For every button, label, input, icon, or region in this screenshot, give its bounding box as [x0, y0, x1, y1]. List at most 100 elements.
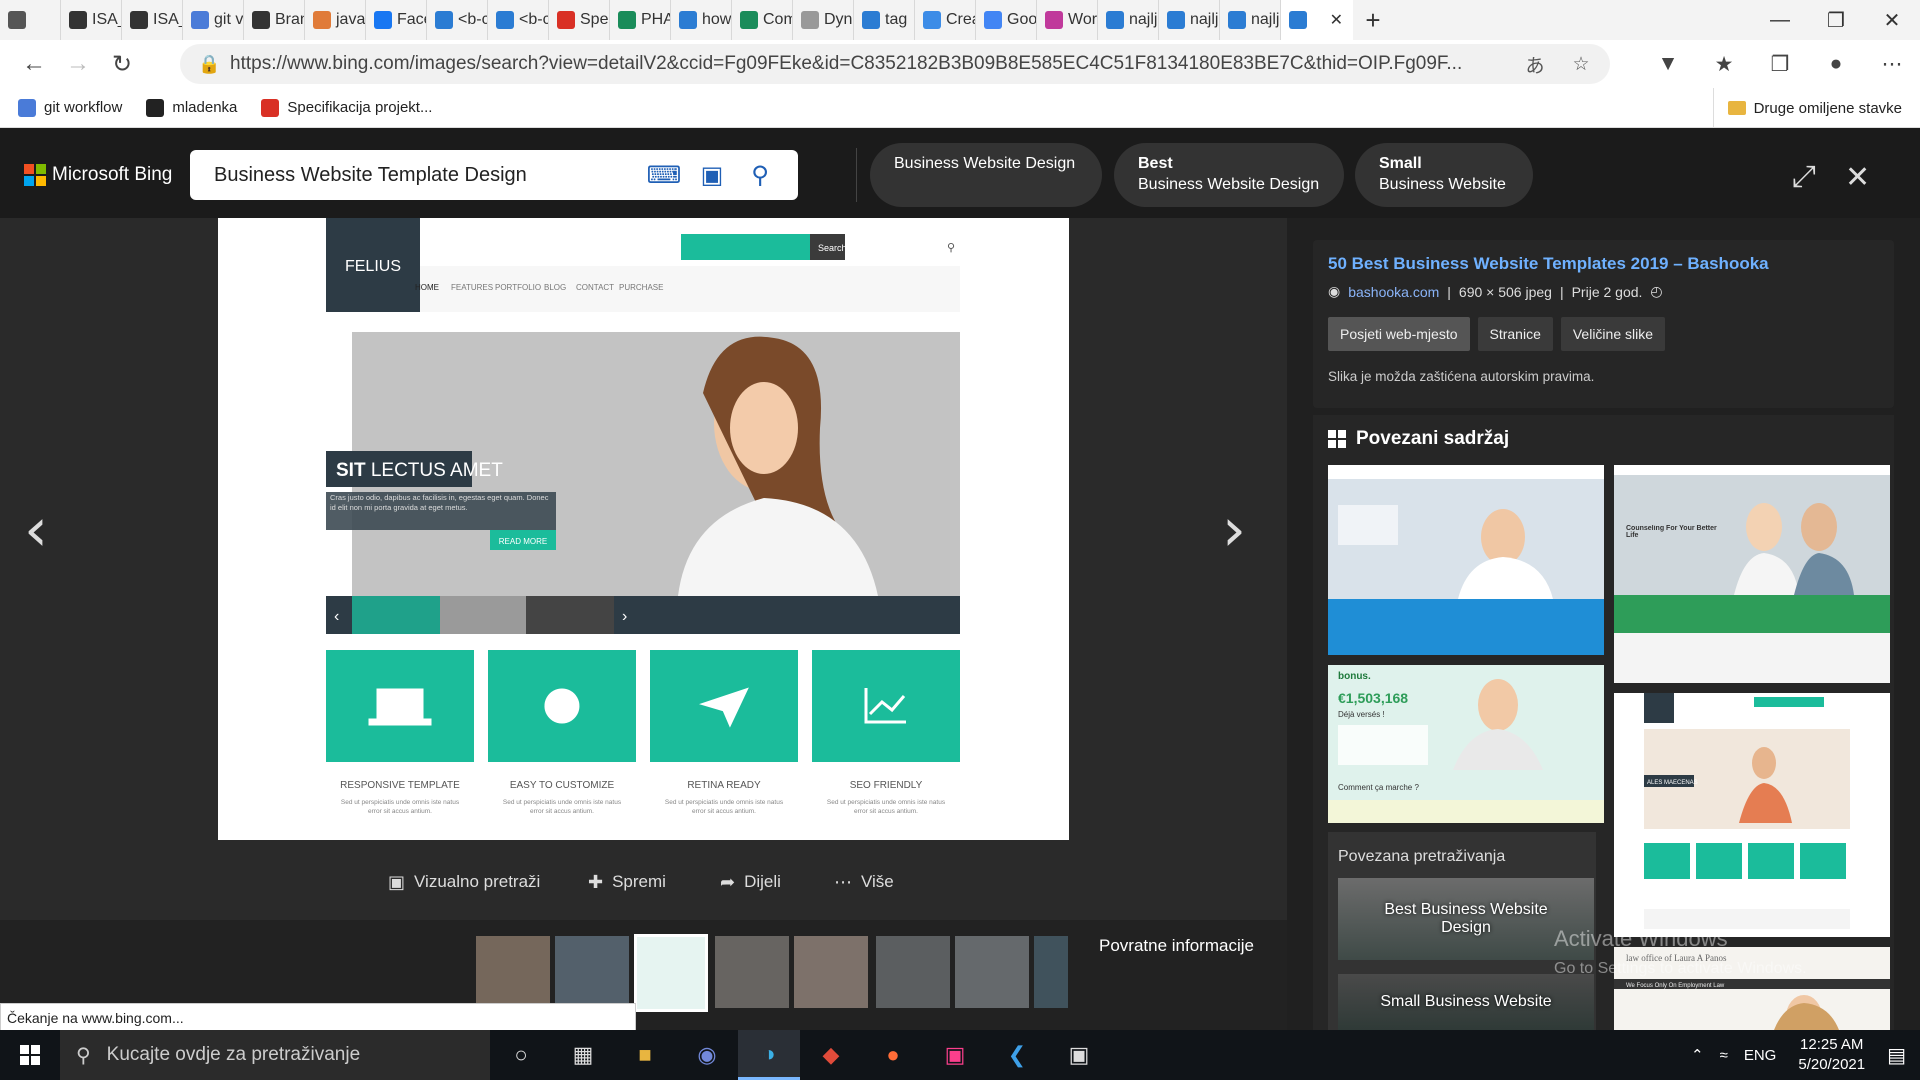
search-input[interactable]: Business Website Template Design ⌨ ▣ ⚲ [190, 150, 798, 200]
image-action-button[interactable]: ▣ Vizualno pretraži [388, 870, 540, 894]
maximize-button[interactable]: ❐ [1808, 0, 1864, 40]
task-view-icon[interactable]: ▦ [552, 1030, 614, 1080]
suggestion-pill[interactable]: Small Business Website [1355, 143, 1533, 207]
browser-tab[interactable]: <b-c [488, 0, 549, 40]
edge-icon[interactable]: ◑ [738, 1030, 800, 1080]
browser-tab[interactable]: Dyn [793, 0, 854, 40]
browser-tab[interactable]: Face [366, 0, 427, 40]
filmstrip-thumb[interactable] [715, 936, 789, 1008]
cortana-icon[interactable]: ○ [490, 1030, 552, 1080]
clock[interactable]: 12:25 AM 5/20/2021 [1798, 1035, 1865, 1075]
intellij-icon[interactable]: ▣ [924, 1030, 986, 1080]
refresh-button[interactable]: ↻ [100, 44, 144, 84]
other-bookmarks[interactable]: Druge omiljene stavke [1712, 88, 1902, 128]
add-favorite-icon[interactable]: ☆ [1558, 53, 1604, 76]
filmstrip-thumb[interactable] [1034, 936, 1068, 1008]
related-image[interactable]: ALES MAECENAS [1614, 693, 1890, 937]
settings-more-icon[interactable]: ⋯ [1864, 52, 1920, 77]
image-title-link[interactable]: 50 Best Business Website Templates 2019 … [1328, 254, 1769, 274]
browser-tab[interactable]: Bran [244, 0, 305, 40]
related-image[interactable] [1328, 465, 1604, 655]
browser-tab[interactable]: ISA_ [61, 0, 122, 40]
image-action-button[interactable]: ⋯ Više [834, 870, 894, 894]
image-dimensions: 690 × 506 jpeg [1458, 283, 1552, 300]
image-action-button[interactable]: ✚ Spremi [588, 870, 666, 894]
related-image-preview: ALES MAECENAS [1644, 693, 1850, 929]
browser-tab[interactable]: ISA_ [122, 0, 183, 40]
wifi-icon[interactable]: ≈ [1720, 1047, 1728, 1064]
lock-icon: 🔒 [198, 54, 221, 74]
terminal-icon[interactable]: ▣ [1048, 1030, 1110, 1080]
next-image-arrow[interactable]: › [1222, 495, 1246, 565]
read-aloud-icon[interactable]: あ [1512, 51, 1558, 78]
close-viewer-icon[interactable]: ✕ [1845, 160, 1870, 195]
filmstrip-thumb-selected[interactable] [634, 934, 708, 1012]
browser-tab[interactable]: PHA [610, 0, 671, 40]
new-tab-button[interactable]: + [1353, 0, 1393, 40]
browser-tab[interactable]: najlj [1220, 0, 1281, 40]
bookmark-item[interactable]: git workflow [18, 98, 122, 117]
keyboard-icon[interactable]: ⌨ [640, 161, 688, 190]
collections-icon[interactable]: ❐ [1752, 52, 1808, 77]
file-explorer-icon[interactable]: ■ [614, 1030, 676, 1080]
favorites-icon[interactable]: ★ [1696, 52, 1752, 77]
bookmark-item[interactable]: Specifikacija projekt... [261, 98, 432, 117]
suggestion-pill[interactable]: Best Business Website Design [1114, 143, 1344, 207]
visual-search-icon[interactable]: ▣ [688, 161, 736, 190]
browser-tab[interactable]: tag [854, 0, 915, 40]
postman-icon[interactable]: ● [862, 1030, 924, 1080]
browser-tab[interactable]: Wor [1037, 0, 1098, 40]
previous-image-arrow[interactable]: ‹ [24, 495, 48, 565]
language-indicator[interactable]: ENG [1744, 1047, 1777, 1064]
tab-active[interactable]: ✕ [1281, 0, 1353, 40]
close-window-button[interactable]: ✕ [1864, 0, 1920, 40]
url-field[interactable]: 🔒 https://www.bing.com/images/search?vie… [180, 44, 1610, 84]
bing-logo[interactable]: Microsoft Bing [24, 164, 172, 186]
thumb-bonus-sub: Déjà versés ! [1338, 710, 1385, 719]
facebook-icon [374, 11, 392, 29]
filmstrip-thumb[interactable] [555, 936, 629, 1008]
feedback-link[interactable]: Povratne informacije [1099, 936, 1254, 956]
browser-tab[interactable] [0, 0, 61, 40]
extension-icon[interactable]: ▼ [1640, 52, 1696, 76]
image-source-link[interactable]: bashooka.com [1348, 284, 1439, 300]
browser-tab[interactable]: git v [183, 0, 244, 40]
browser-tab[interactable]: Goo [976, 0, 1037, 40]
bookmark-item[interactable]: mladenka [146, 98, 237, 117]
browser-tab[interactable]: java [305, 0, 366, 40]
filmstrip-thumb[interactable] [955, 936, 1029, 1008]
back-button[interactable]: ← [12, 44, 56, 84]
related-image[interactable]: Counseling For Your Better Life [1614, 465, 1890, 683]
panel-button[interactable]: Veličine slike [1560, 317, 1666, 351]
discord-icon[interactable]: ◉ [676, 1030, 738, 1080]
filmstrip-thumb[interactable] [476, 936, 550, 1008]
forward-button[interactable]: → [56, 44, 100, 84]
main-image[interactable]: FELIUS Search ⚲ HOME FEATURES PORTFOLIO BLO… [218, 218, 1069, 840]
panel-button[interactable]: Stranice [1477, 317, 1553, 351]
minimize-button[interactable]: — [1752, 0, 1808, 40]
profile-avatar[interactable]: ● [1808, 52, 1864, 76]
browser-tab[interactable]: <b-c [427, 0, 488, 40]
related-image[interactable]: bonus. €1,503,168 Déjà versés ! Comment … [1328, 665, 1604, 823]
git-kraken-icon[interactable]: ◆ [800, 1030, 862, 1080]
browser-tab[interactable]: Com [732, 0, 793, 40]
panel-button[interactable]: Posjeti web-mjesto [1328, 317, 1470, 351]
browser-tab[interactable]: how [671, 0, 732, 40]
filmstrip-thumb[interactable] [876, 936, 950, 1008]
related-search-card[interactable]: Small Business Website [1338, 974, 1594, 1030]
close-tab-icon[interactable]: ✕ [1330, 10, 1343, 30]
expand-icon[interactable]: ⤢ [1792, 160, 1816, 194]
browser-tab[interactable]: najlj [1098, 0, 1159, 40]
start-button[interactable] [0, 1030, 60, 1080]
image-action-button[interactable]: ➦ Dijeli [720, 870, 781, 894]
browser-tab[interactable]: Crea [915, 0, 976, 40]
browser-tab[interactable]: Spec [549, 0, 610, 40]
taskbar-search[interactable]: ⚲ Kucajte ovdje za pretraživanje [60, 1030, 490, 1080]
suggestion-pill[interactable]: Business Website Design [870, 143, 1102, 207]
browser-tab[interactable]: najlj [1159, 0, 1220, 40]
search-icon[interactable]: ⚲ [736, 161, 784, 190]
notifications-icon[interactable]: ▤ [1887, 1043, 1906, 1068]
vscode-icon[interactable]: ❮ [986, 1030, 1048, 1080]
filmstrip-thumb[interactable] [794, 936, 868, 1008]
tray-expand-icon[interactable]: ⌃ [1691, 1046, 1704, 1064]
